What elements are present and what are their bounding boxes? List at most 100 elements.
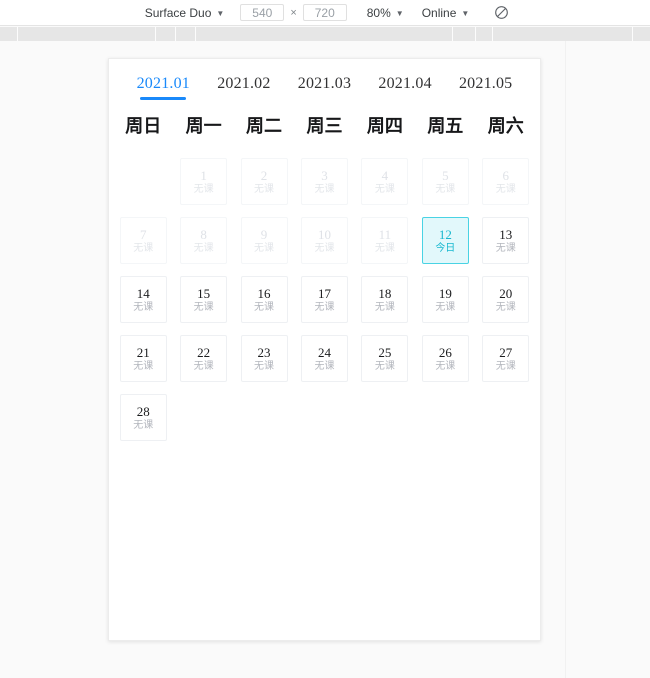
day-slot: 28无课 bbox=[113, 388, 173, 447]
ruler-tick bbox=[175, 27, 176, 41]
day-number: 26 bbox=[439, 346, 452, 359]
day-number: 8 bbox=[200, 228, 207, 241]
day-cell-8: 8 无课 bbox=[180, 217, 227, 264]
day-cell-1: 1 无课 bbox=[180, 158, 227, 205]
day-cell-15[interactable]: 15无课 bbox=[180, 276, 227, 323]
network-throttling-selector[interactable]: Online ▼ bbox=[416, 4, 476, 22]
day-slot: 13 无课 bbox=[476, 211, 536, 270]
day-status-label: 无课 bbox=[254, 303, 274, 313]
active-tab-underline bbox=[140, 97, 186, 100]
day-number: 27 bbox=[499, 346, 512, 359]
day-cell-23[interactable]: 23无课 bbox=[241, 335, 288, 382]
ruler-tick bbox=[492, 27, 493, 41]
zoom-selector[interactable]: 80% ▼ bbox=[361, 4, 410, 22]
chevron-down-icon: ▼ bbox=[216, 10, 224, 18]
weekday-header-4: 周四 bbox=[355, 112, 415, 138]
viewport-height-input[interactable]: 720 bbox=[303, 4, 347, 21]
day-status-label: 无课 bbox=[375, 362, 395, 372]
month-tabs: 2021.012021.02 2021.03 2021.04 2021.05 bbox=[109, 59, 540, 100]
day-cell-18[interactable]: 18无课 bbox=[361, 276, 408, 323]
month-tab-2021-01[interactable]: 2021.01 bbox=[123, 75, 204, 100]
day-slot: 11无课 bbox=[355, 211, 415, 270]
month-tab-2021-02[interactable]: 2021.02 bbox=[204, 75, 285, 100]
day-status-label: 无课 bbox=[496, 185, 516, 195]
ruler-tick bbox=[155, 27, 156, 41]
month-tab-2021-03[interactable]: 2021.03 bbox=[284, 75, 365, 100]
day-number: 12 bbox=[439, 228, 452, 241]
day-slot: 26无课 bbox=[415, 329, 475, 388]
no-throttling-icon[interactable] bbox=[491, 3, 511, 23]
day-slot: 18无课 bbox=[355, 270, 415, 329]
day-cell-16[interactable]: 16 无课 bbox=[241, 276, 288, 323]
day-cell-19[interactable]: 19无课 bbox=[422, 276, 469, 323]
day-cell-21[interactable]: 21无课 bbox=[120, 335, 167, 382]
day-status-label: 无课 bbox=[194, 185, 214, 195]
day-slot-empty bbox=[113, 152, 173, 211]
day-number: 1 bbox=[200, 169, 207, 182]
day-number: 28 bbox=[137, 405, 150, 418]
day-status-label: 无课 bbox=[314, 244, 334, 254]
weekday-header-6: 周六 bbox=[476, 112, 536, 138]
day-slot: 16 无课 bbox=[234, 270, 294, 329]
viewport-dimensions: 540 × 720 bbox=[240, 4, 346, 21]
emulation-stage: 2021.012021.02 2021.03 2021.04 2021.05 周日周一… bbox=[0, 41, 650, 678]
day-cell-24[interactable]: 24 无课 bbox=[301, 335, 348, 382]
day-status-label: 无课 bbox=[496, 244, 516, 254]
day-cell-4: 4无课 bbox=[361, 158, 408, 205]
day-slot: 2无课 bbox=[234, 152, 294, 211]
device-selector-label: Surface Duo bbox=[145, 6, 212, 20]
viewport-width-input[interactable]: 540 bbox=[240, 4, 284, 21]
day-cell-20[interactable]: 20无课 bbox=[482, 276, 529, 323]
weekday-header: 周日周一周二周三周四周五周六 bbox=[109, 100, 540, 144]
day-slot: 7无课 bbox=[113, 211, 173, 270]
ruler-tick bbox=[632, 27, 633, 41]
month-tab-2021-05[interactable]: 2021.05 bbox=[445, 75, 526, 100]
day-slot: 9无课 bbox=[234, 211, 294, 270]
day-slot: 15无课 bbox=[173, 270, 233, 329]
day-number: 21 bbox=[137, 346, 150, 359]
ruler-tick bbox=[195, 27, 196, 41]
weekday-header-3: 周三 bbox=[294, 112, 354, 138]
day-number: 13 bbox=[499, 228, 512, 241]
day-status-label: 无课 bbox=[435, 303, 455, 313]
day-status-label: 今日 bbox=[435, 244, 455, 254]
day-status-label: 无课 bbox=[314, 362, 334, 372]
day-slot: 5无课 bbox=[415, 152, 475, 211]
day-cell-17[interactable]: 17无课 bbox=[301, 276, 348, 323]
stage-guide-line bbox=[565, 41, 566, 678]
day-status-label: 无课 bbox=[254, 185, 274, 195]
month-tab-2021-04[interactable]: 2021.04 bbox=[365, 75, 446, 100]
weekday-header-2: 周二 bbox=[234, 112, 294, 138]
day-number: 20 bbox=[499, 287, 512, 300]
viewport-ruler bbox=[0, 27, 650, 41]
day-status-label: 无课 bbox=[194, 244, 214, 254]
day-number: 16 bbox=[258, 287, 271, 300]
day-cell-22[interactable]: 22无课 bbox=[180, 335, 227, 382]
day-status-label: 无课 bbox=[314, 185, 334, 195]
day-slot: 23无课 bbox=[234, 329, 294, 388]
day-number: 14 bbox=[137, 287, 150, 300]
day-cell-13[interactable]: 13 无课 bbox=[482, 217, 529, 264]
day-cell-25[interactable]: 25无课 bbox=[361, 335, 408, 382]
day-cell-2: 2无课 bbox=[241, 158, 288, 205]
day-slot: 6无课 bbox=[476, 152, 536, 211]
chevron-down-icon: ▼ bbox=[396, 10, 404, 18]
day-status-label: 无课 bbox=[435, 185, 455, 195]
day-slot: 24 无课 bbox=[294, 329, 354, 388]
day-slot: 19无课 bbox=[415, 270, 475, 329]
network-throttling-label: Online bbox=[422, 6, 457, 20]
day-cell-26[interactable]: 26无课 bbox=[422, 335, 469, 382]
day-cell-3: 3无课 bbox=[301, 158, 348, 205]
day-slot: 3无课 bbox=[294, 152, 354, 211]
day-status-label: 无课 bbox=[375, 303, 395, 313]
day-cell-28[interactable]: 28无课 bbox=[120, 394, 167, 441]
day-number: 24 bbox=[318, 346, 331, 359]
day-cell-14[interactable]: 14无课 bbox=[120, 276, 167, 323]
weekday-header-0: 周日 bbox=[113, 112, 173, 138]
month-tab-label: 2021.03 bbox=[298, 75, 351, 92]
day-cell-27[interactable]: 27无课 bbox=[482, 335, 529, 382]
month-tab-label: 2021.04 bbox=[378, 75, 431, 92]
device-selector[interactable]: Surface Duo ▼ bbox=[139, 4, 231, 22]
day-slot: 20无课 bbox=[476, 270, 536, 329]
day-cell-12[interactable]: 12 今日 bbox=[422, 217, 469, 264]
